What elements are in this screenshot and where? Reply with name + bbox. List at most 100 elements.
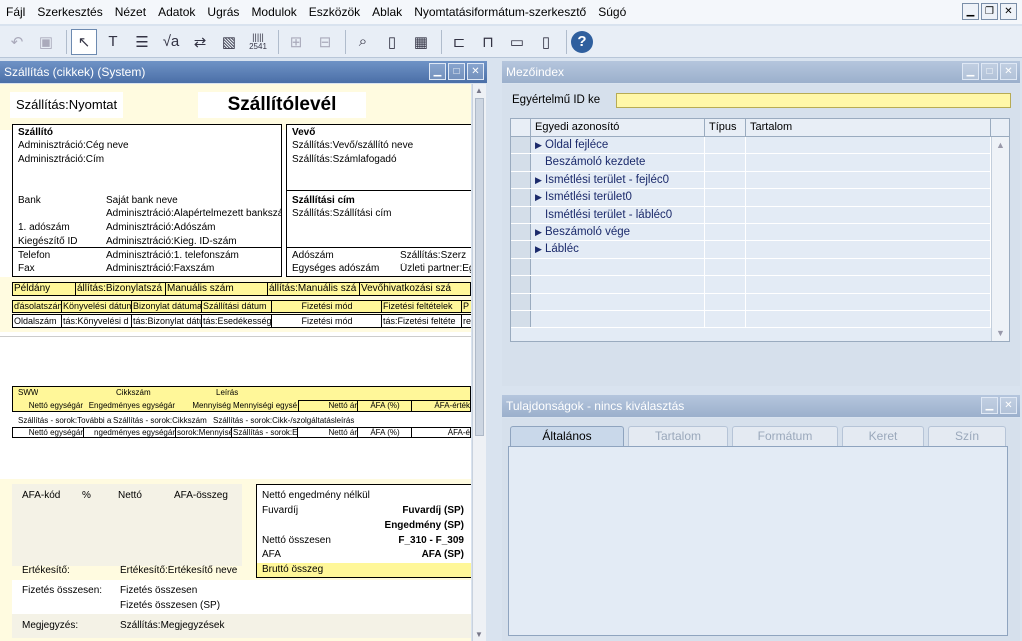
document-scrollbar[interactable]: ▲ ▼ — [472, 84, 486, 641]
row-selector[interactable] — [511, 258, 531, 276]
maximize-icon[interactable]: □ — [448, 63, 465, 80]
report-canvas[interactable]: Szállítás:Nyomtat Szállítólevél Szállító… — [0, 84, 471, 641]
grid-cell-type[interactable] — [705, 189, 746, 206]
phone-value[interactable]: Adminisztráció:1. telefonszám — [106, 250, 239, 261]
grid-row[interactable]: ▶ Ismétlési terület0 — [511, 189, 1009, 207]
expand-icon[interactable]: ▶ — [531, 224, 545, 240]
buyer-billing[interactable]: Szállítás:Számlafogadó — [292, 154, 397, 165]
grid-row[interactable]: Ismétlési terület - lábléc0 — [511, 206, 1009, 224]
grid-cell-content[interactable] — [746, 171, 991, 189]
payment-value[interactable]: Fizetés összesen — [120, 585, 197, 596]
buyer-name[interactable]: Szállítás:Vevő/szállító neve — [292, 140, 413, 151]
grid-cell-uid[interactable]: ▶ Lábléc — [531, 241, 705, 258]
grid-row[interactable] — [511, 258, 1009, 277]
manual-number-field[interactable]: állítás:Manuális szá — [268, 282, 360, 296]
supplier-address[interactable]: Adminisztráció:Cím — [18, 154, 104, 165]
field-index-grid[interactable]: Egyedi azonosító Típus Tartalom ▶ Oldal f… — [510, 118, 1010, 342]
grid-row[interactable] — [511, 276, 1009, 294]
bank-value[interactable]: Saját bank neve — [106, 195, 178, 206]
doc-number-field[interactable]: állítás:Bizonylatszá — [76, 282, 166, 296]
grid-cell-uid[interactable]: ▶ Ismétlési terület0 — [531, 189, 705, 206]
link-field-icon[interactable]: ⇄ — [187, 29, 213, 55]
items-row-cell[interactable]: Nettó egységár — [12, 427, 84, 438]
table1-col[interactable]: Bizonylat dátuma — [132, 300, 202, 313]
grid-cell-content[interactable] — [746, 137, 991, 154]
maximize-icon[interactable]: □ — [981, 63, 998, 80]
manual-number-label[interactable]: Manuális szám — [166, 282, 268, 296]
table1-cell[interactable]: tás:Könyvelési d — [62, 314, 132, 328]
close-icon[interactable]: ✕ — [1000, 3, 1017, 20]
menu-data[interactable]: Adatok — [152, 5, 201, 19]
row-selector[interactable] — [511, 189, 531, 206]
ungroup-icon[interactable]: ⊟ — [312, 29, 338, 55]
uid-input[interactable] — [616, 93, 1011, 108]
menu-help[interactable]: Súgó — [592, 5, 632, 19]
items-row-itemno[interactable]: Szállítás - sorok:Cikkszám — [113, 416, 211, 425]
expand-icon[interactable]: ▶ — [531, 241, 545, 257]
menu-file[interactable]: Fájl — [0, 5, 31, 19]
grid-cell-content[interactable] — [746, 154, 991, 171]
menu-print-layout-designer[interactable]: Nyomtatásiformátum-szerkesztő — [408, 5, 592, 19]
totals-gross[interactable]: Bruttó összeg — [257, 563, 471, 577]
items-row-cell[interactable]: Nettó ár — [298, 427, 358, 438]
grid-cell-type[interactable] — [705, 293, 746, 310]
group-icon[interactable]: ⊞ — [283, 29, 309, 55]
buyer-tax-value[interactable]: Szállítás:Szerz — [400, 250, 471, 261]
grid-cell-uid[interactable]: Ismétlési terület - lábléc0 — [531, 206, 705, 223]
row-selector[interactable] — [511, 154, 531, 171]
minimize-icon[interactable]: ▁ — [981, 397, 998, 414]
close-icon[interactable]: ✕ — [467, 63, 484, 80]
barcode-field-icon[interactable]: ||||| 2541 — [245, 29, 271, 55]
grid-row[interactable]: ▶ Lábléc — [511, 241, 1009, 259]
grid-cell-type[interactable] — [705, 241, 746, 258]
grid-cell-content[interactable] — [746, 206, 991, 223]
align-top-icon[interactable]: ⊓ — [475, 29, 501, 55]
items-row-cell[interactable]: sorok:Mennyiség — [176, 427, 232, 438]
table1-cell[interactable]: tás:Fizetési feltéte — [382, 314, 462, 328]
menu-modules[interactable]: Modulok — [245, 5, 302, 19]
bank-account[interactable]: Adminisztráció:Alapértelmezett bankszáml… — [106, 208, 281, 219]
seller-value[interactable]: Értékesítő:Értékesítő neve — [120, 565, 240, 576]
expand-icon[interactable]: ▶ — [531, 189, 545, 205]
row-selector[interactable] — [511, 171, 531, 189]
grid-cell-type[interactable] — [705, 137, 746, 154]
grid-cell-uid[interactable] — [531, 293, 705, 310]
totals-freight-value[interactable]: Fuvardíj (SP) — [360, 505, 464, 516]
scroll-up-icon[interactable]: ▲ — [992, 140, 1009, 150]
menu-tools[interactable]: Eszközök — [303, 5, 366, 19]
align-left-icon[interactable]: ⊏ — [446, 29, 472, 55]
table1-cell[interactable]: Fizetési mód — [272, 314, 382, 328]
items-row-cell[interactable]: Szállítás - sorok:Eg — [232, 427, 298, 438]
copy-label[interactable]: Példány — [12, 282, 76, 296]
grid-cell-content[interactable] — [746, 241, 991, 258]
grid-col-type[interactable]: Típus — [705, 119, 746, 136]
grid-cell-type[interactable] — [705, 206, 746, 223]
grid-row[interactable]: ▶ Oldal fejléce — [511, 137, 1009, 155]
grid-icon[interactable]: ▦ — [408, 29, 434, 55]
report-title[interactable]: Szállítólevél — [198, 92, 366, 118]
undo-icon[interactable]: ↶ — [4, 29, 30, 55]
grid-cell-content[interactable] — [746, 189, 991, 206]
note-value[interactable]: Szállítás:Megjegyzések — [120, 620, 225, 631]
items-row-cell[interactable]: ÁFA-é — [412, 427, 471, 438]
scroll-up-icon[interactable]: ▲ — [475, 86, 483, 95]
expand-icon[interactable]: ▶ — [531, 137, 545, 153]
table1-cell[interactable]: Oldalszám — [12, 314, 62, 328]
save-icon[interactable]: ▣ — [33, 29, 59, 55]
close-icon[interactable]: ✕ — [1000, 63, 1017, 80]
grid-row[interactable] — [511, 293, 1009, 311]
menu-window[interactable]: Ablak — [366, 5, 408, 19]
minimize-icon[interactable]: ▁ — [429, 63, 446, 80]
grid-cell-uid[interactable] — [531, 258, 705, 276]
ship-address[interactable]: Szállítás:Szállítási cím — [292, 208, 391, 219]
row-selector[interactable] — [511, 223, 531, 241]
scroll-thumb[interactable] — [475, 98, 484, 436]
picture-field-icon[interactable]: ▧ — [216, 29, 242, 55]
tax1-value[interactable]: Adminisztráció:Adószám — [106, 222, 215, 233]
menu-view[interactable]: Nézet — [109, 5, 152, 19]
totals-vat-value[interactable]: ÁFA (SP) — [360, 549, 464, 560]
totals-net-value[interactable]: F_310 - F_309 — [360, 535, 464, 546]
customer-ref-label[interactable]: Vevőhivatkozási szá — [360, 282, 471, 296]
grid-cell-content[interactable] — [746, 293, 991, 310]
grid-scrollbar[interactable]: ▲ ▼ — [991, 137, 1009, 341]
